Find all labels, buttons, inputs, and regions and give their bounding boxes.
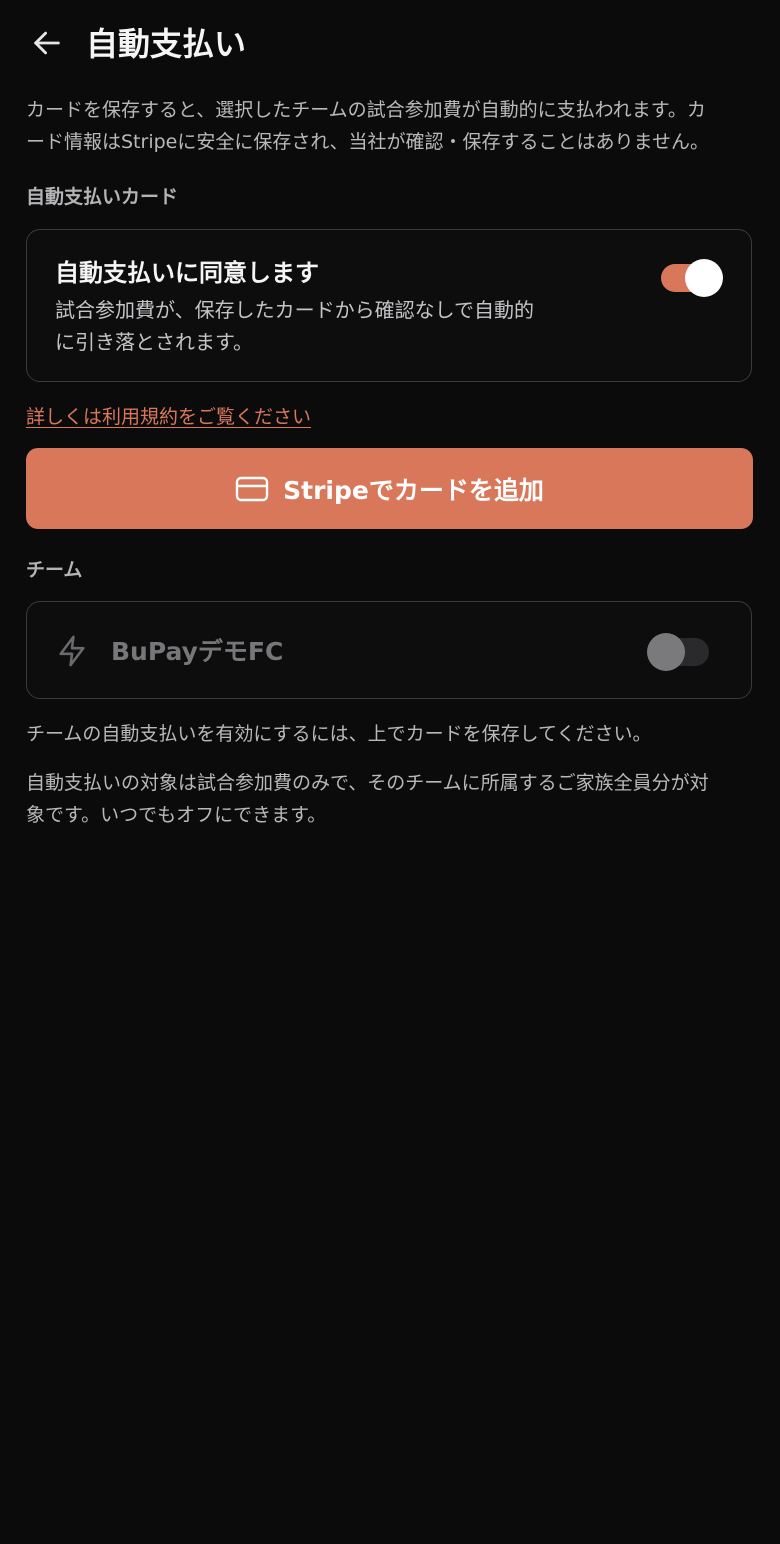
page-title: 自動支払い	[86, 25, 247, 63]
arrow-left-icon	[34, 31, 60, 55]
team-note: チームの自動支払いを有効にするには、上でカードを保存してください。	[26, 723, 652, 745]
add-card-button[interactable]: Stripeでカードを追加	[26, 448, 753, 529]
team-name: BuPayデモFC	[111, 637, 284, 666]
consent-description: 試合参加費が、保存したカードから確認なしで自動的 に引き落とされます。	[55, 294, 615, 358]
toggle-knob	[647, 633, 685, 671]
back-button[interactable]	[26, 22, 68, 64]
team-toggle[interactable]	[647, 633, 709, 671]
header: 自動支払い	[0, 0, 780, 92]
section-label-team: チーム	[26, 559, 83, 581]
terms-link[interactable]: 詳しくは利用規約をご覧ください	[26, 403, 311, 431]
intro-line: ード情報はStripeに安全に保存され、当社が確認・保存することはありません。	[26, 131, 709, 153]
team-scope-note-line: 自動支払いの対象は試合参加費のみで、そのチームに所属するご家族全員分が対	[26, 772, 709, 794]
team-scope-note: 自動支払いの対象は試合参加費のみで、そのチームに所属するご家族全員分が対 象です…	[26, 767, 754, 831]
consent-description-line: に引き落とされます。	[55, 330, 253, 354]
lightning-icon	[59, 635, 85, 667]
team-scope-note-line: 象です。いつでもオフにできます。	[26, 804, 327, 826]
team-row: BuPayデモFC	[26, 601, 752, 699]
consent-title: 自動支払いに同意します	[55, 259, 319, 287]
consent-description-line: 試合参加費が、保存したカードから確認なしで自動的	[55, 298, 534, 322]
intro-line: カードを保存すると、選択したチームの試合参加費が自動的に支払われます。カ	[26, 99, 706, 121]
credit-card-icon	[235, 476, 269, 501]
toggle-knob	[685, 259, 723, 297]
intro-text: カードを保存すると、選択したチームの試合参加費が自動的に支払われます。カ ード情…	[26, 94, 754, 158]
add-card-button-label: Stripeでカードを追加	[283, 475, 544, 505]
consent-card: 自動支払いに同意します 試合参加費が、保存したカードから確認なしで自動的 に引き…	[26, 229, 752, 382]
section-label-auto-pay-card: 自動支払いカード	[26, 186, 179, 208]
consent-toggle[interactable]	[661, 259, 723, 297]
